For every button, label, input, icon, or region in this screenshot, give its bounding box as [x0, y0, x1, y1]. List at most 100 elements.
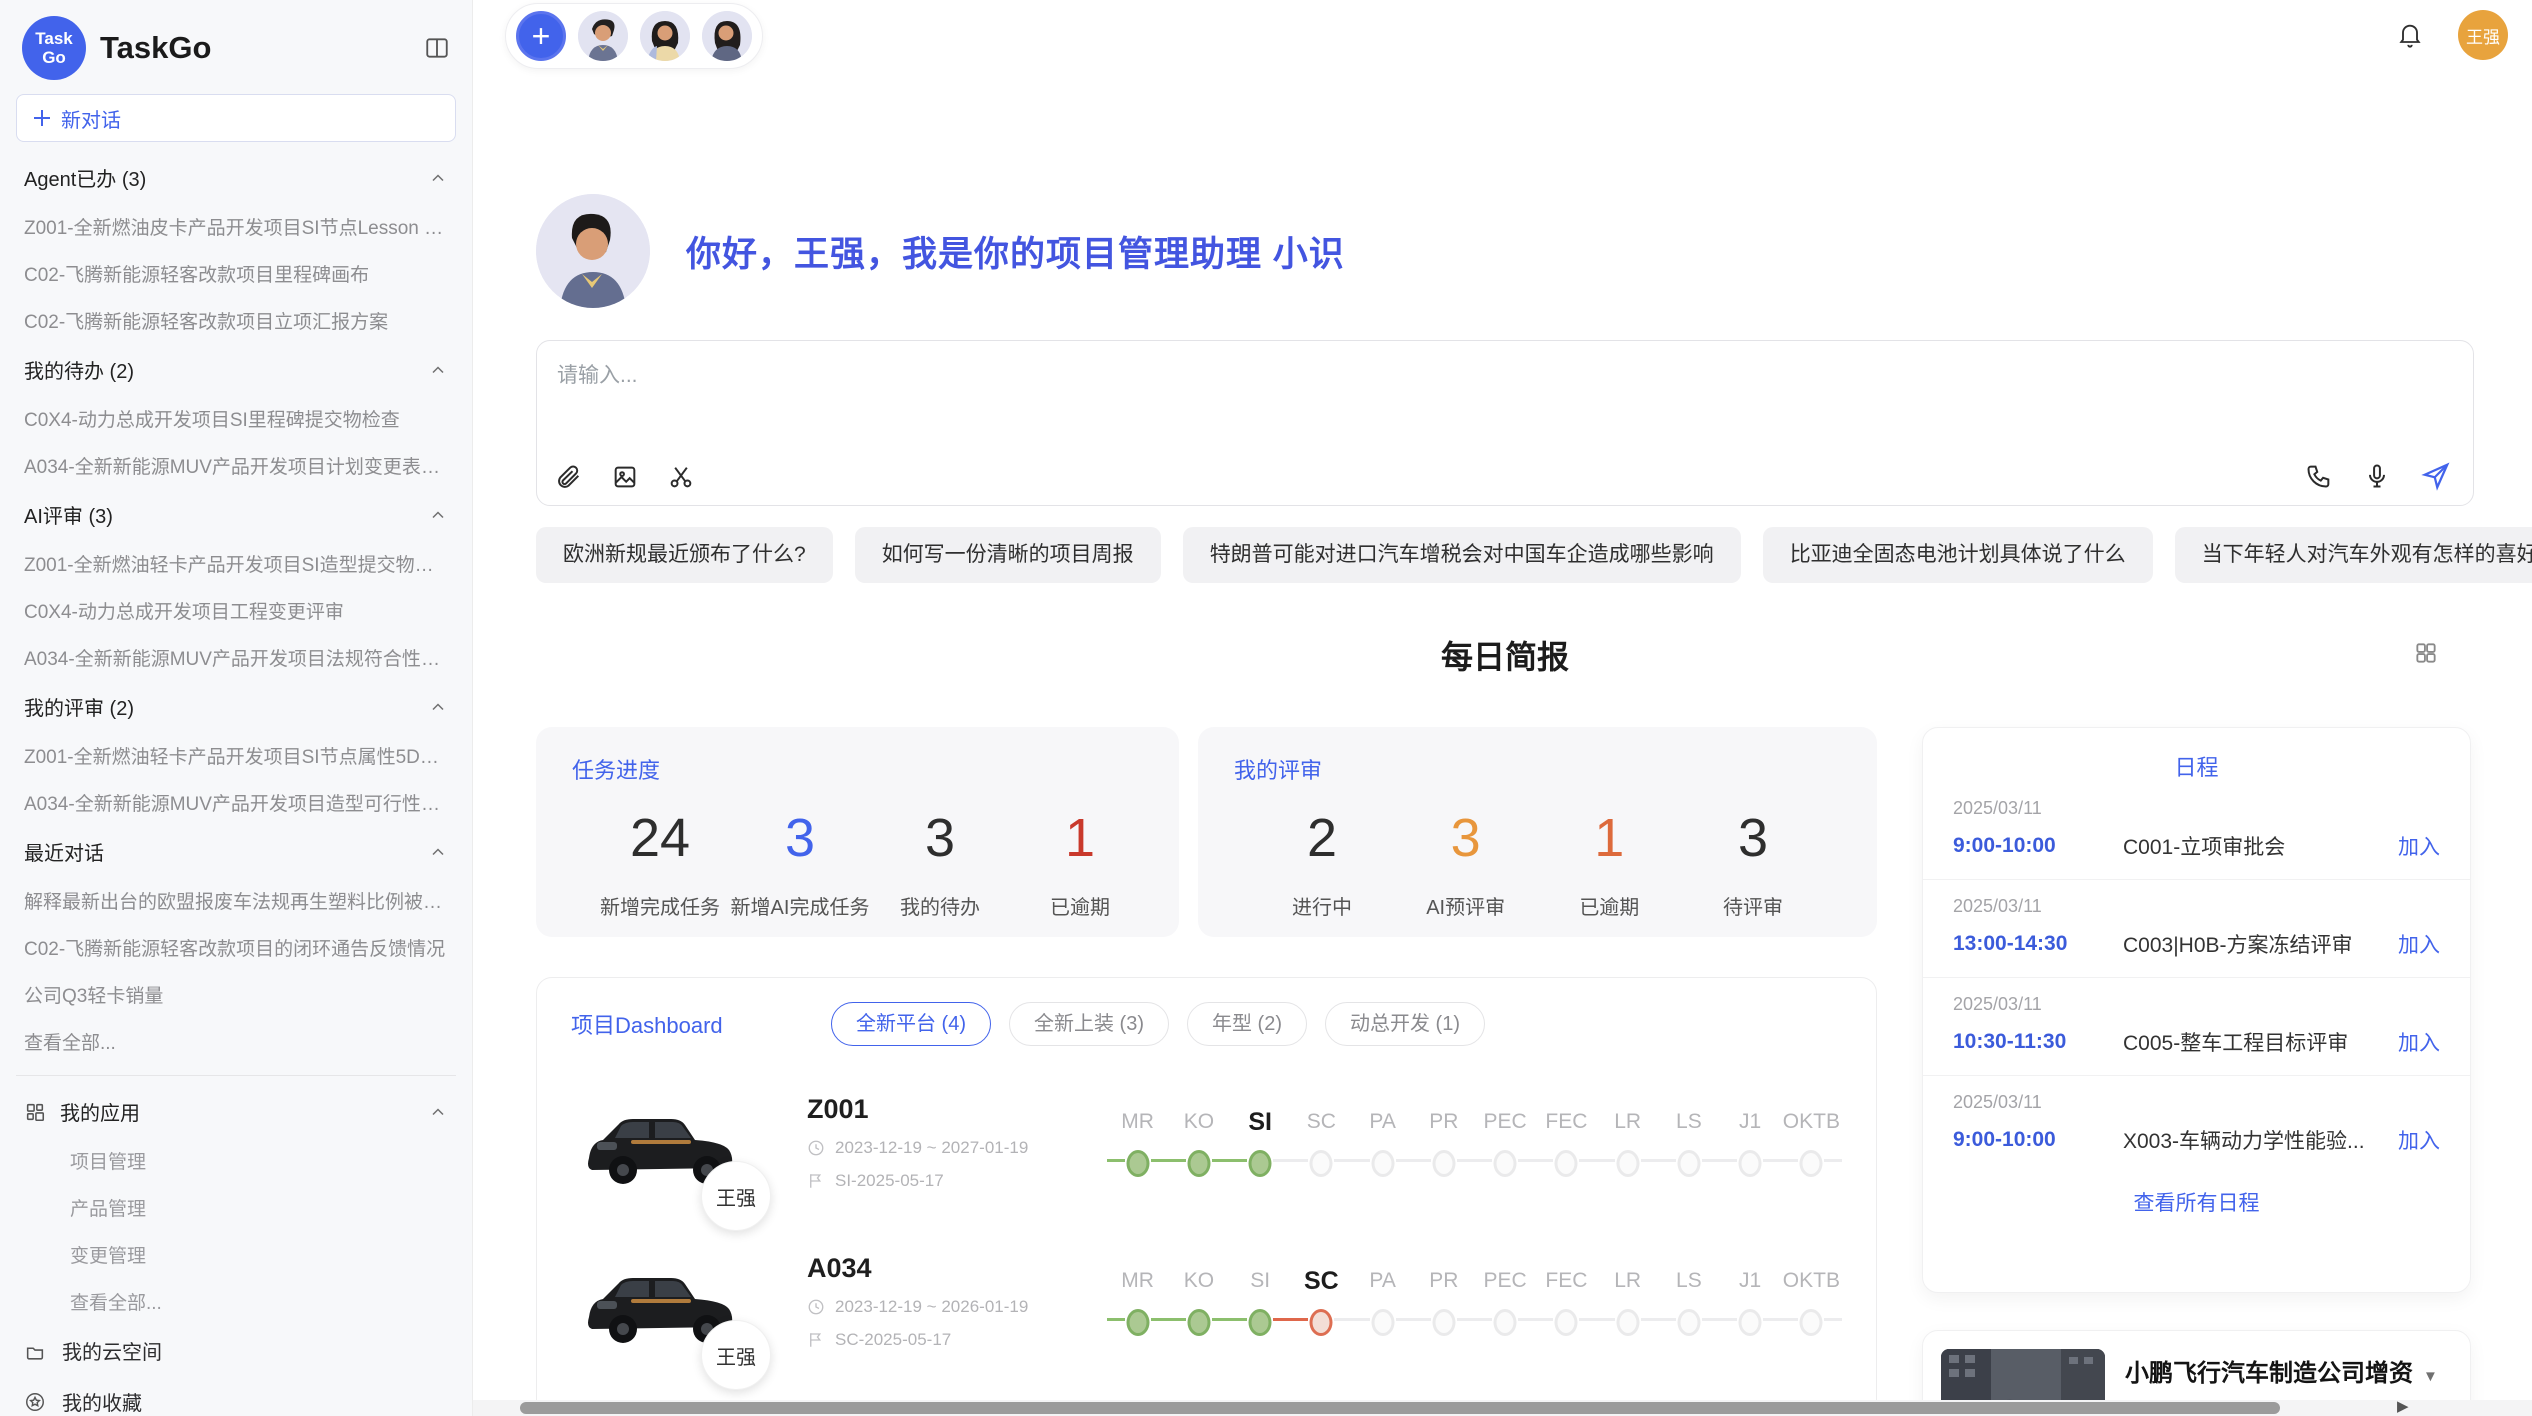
chevron-up-icon[interactable]: [428, 505, 448, 525]
image-icon[interactable]: [611, 463, 639, 491]
suggestion-chip[interactable]: 特朗普可能对进口汽车增税会对中国车企造成哪些影响: [1183, 527, 1741, 583]
group-title: 我的评审 (2): [24, 692, 134, 721]
collapse-sidebar-icon[interactable]: [424, 35, 450, 61]
dashboard-tab[interactable]: 全新上装 (3): [1009, 1002, 1169, 1046]
schedule-event: 2025/03/119:00-10:00X003-车辆动力学性能验...加入: [1923, 1075, 2470, 1173]
notifications-bell-icon[interactable]: [2396, 21, 2424, 49]
scroll-down-arrow[interactable]: ▼: [2423, 1368, 2438, 1385]
sidebar-conversation-item[interactable]: C0X4-动力总成开发项目工程变更评审: [14, 587, 458, 634]
agent-avatar[interactable]: [640, 11, 690, 61]
sidebar-group-header[interactable]: AI评审 (3): [14, 489, 458, 540]
milestone-label: PEC: [1475, 1259, 1536, 1303]
sidebar-conversation-item[interactable]: 解释最新出台的欧盟报废车法规再生塑料比例被调至15%...: [14, 877, 458, 924]
input-send-tools: [2305, 461, 2451, 491]
event-time: 10:30-11:30: [1953, 1030, 2123, 1054]
add-agent-button[interactable]: +: [516, 11, 566, 61]
sidebar-conversation-item[interactable]: 公司Q3轻卡销量: [14, 971, 458, 1018]
logo-line1: Task: [35, 29, 73, 48]
chevron-up-icon[interactable]: [428, 697, 448, 717]
chevron-up-icon[interactable]: [428, 842, 448, 862]
apps-grid-icon: [24, 1101, 46, 1123]
project-row[interactable]: 王强A0342023-12-19 ~ 2026-01-19SC-2025-05-…: [571, 1239, 1842, 1364]
milestone: KO: [1168, 1100, 1229, 1186]
project-car: 王强: [571, 1239, 751, 1364]
event-join-link[interactable]: 加入: [2398, 929, 2440, 959]
chat-input[interactable]: 请输入...: [557, 359, 638, 389]
horizontal-scrollbar[interactable]: ▶: [473, 1400, 2532, 1416]
milestone-label: PR: [1413, 1259, 1474, 1303]
milestone: SC: [1291, 1259, 1352, 1345]
stat-value: 3: [1683, 807, 1823, 869]
send-icon[interactable]: [2421, 461, 2451, 491]
chevron-up-icon[interactable]: [428, 1102, 448, 1122]
sidebar-conversation-item[interactable]: Z001-全新燃油皮卡产品开发项目SI节点Lesson Learn报告: [14, 203, 458, 250]
app-link-item[interactable]: 变更管理: [14, 1231, 458, 1278]
chevron-up-icon[interactable]: [428, 360, 448, 380]
sidebar-conversation-item[interactable]: Z001-全新燃油轻卡产品开发项目SI造型提交物评审: [14, 540, 458, 587]
sidebar-conversation-item[interactable]: Z001-全新燃油轻卡产品开发项目SI节点属性5D文件评审: [14, 732, 458, 779]
dashboard-tab[interactable]: 年型 (2): [1187, 1002, 1307, 1046]
agent-avatar[interactable]: [702, 11, 752, 61]
milestone: MR: [1107, 1259, 1168, 1345]
milestone-dot: [1555, 1150, 1578, 1177]
milestone: LR: [1597, 1100, 1658, 1186]
sidebar-conversation-item[interactable]: A034-全新新能源MUV产品开发项目法规符合性评审: [14, 634, 458, 681]
milestone-dot: [1432, 1150, 1455, 1177]
suggestion-chip[interactable]: 比亚迪全固态电池计划具体说了什么: [1763, 527, 2153, 583]
new-chat-button[interactable]: 新对话: [16, 94, 456, 142]
sidebar-group-header[interactable]: 最近对话: [14, 826, 458, 877]
milestone: KO: [1168, 1259, 1229, 1345]
suggestion-chip[interactable]: 当下年轻人对汽车外观有怎样的喜好趋势: [2175, 527, 2532, 583]
project-row[interactable]: 王强Z0012023-12-19 ~ 2027-01-19SI-2025-05-…: [571, 1080, 1842, 1205]
microphone-icon[interactable]: [2363, 462, 2391, 490]
event-date: 2025/03/11: [1953, 798, 2440, 819]
attachment-icon[interactable]: [555, 463, 583, 491]
project-dates: 2023-12-19 ~ 2026-01-19: [807, 1297, 1097, 1317]
milestone: PEC: [1475, 1100, 1536, 1186]
user-avatar[interactable]: 王强: [2458, 10, 2508, 60]
milestone-label: LR: [1597, 1259, 1658, 1303]
event-join-link[interactable]: 加入: [2398, 1125, 2440, 1155]
sidebar-conversation-item[interactable]: A034-全新新能源MUV产品开发项目造型可行性评审: [14, 779, 458, 826]
my-apps-header[interactable]: 我的应用: [14, 1086, 458, 1137]
app-link-item[interactable]: 产品管理: [14, 1184, 458, 1231]
event-join-link[interactable]: 加入: [2398, 1027, 2440, 1057]
scroll-right-arrow[interactable]: ▶: [2397, 1397, 2409, 1415]
app-link-item[interactable]: 查看全部...: [14, 1278, 458, 1325]
dashboard-tab[interactable]: 动总开发 (1): [1325, 1002, 1485, 1046]
scissors-icon[interactable]: [667, 463, 695, 491]
milestone-timeline: MRKOSISCPAPRPECFECLRLSJ1OKTB: [1107, 1100, 1842, 1186]
dashboard-tab[interactable]: 全新平台 (4): [831, 1002, 991, 1046]
stat-row: 2进行中3AI预评审1已逾期3待评审: [1234, 807, 1841, 920]
briefing-layout-icon[interactable]: [2413, 640, 2439, 666]
suggestion-chip[interactable]: 欧洲新规最近颁布了什么?: [536, 527, 833, 583]
view-all-schedule-link[interactable]: 查看所有日程: [1923, 1173, 2470, 1231]
milestone: FEC: [1536, 1259, 1597, 1345]
project-car: 王强: [571, 1080, 751, 1205]
sidebar-conversation-item[interactable]: C0X4-动力总成开发项目SI里程碑提交物检查: [14, 395, 458, 442]
sidebar-conversation-item[interactable]: C02-飞腾新能源轻客改款项目里程碑画布: [14, 250, 458, 297]
sidebar-group-header[interactable]: 我的待办 (2): [14, 344, 458, 395]
milestone-label: MR: [1107, 1259, 1168, 1303]
sidebar-group-header[interactable]: 我的评审 (2): [14, 681, 458, 732]
stat-value: 3: [1396, 807, 1536, 869]
sidebar-conversation-item[interactable]: C02-飞腾新能源轻客改款项目立项汇报方案: [14, 297, 458, 344]
suggestion-chip[interactable]: 如何写一份清晰的项目周报: [855, 527, 1161, 583]
milestone: PR: [1413, 1259, 1474, 1345]
agent-avatar[interactable]: [578, 11, 628, 61]
scrollbar-thumb[interactable]: [520, 1402, 2280, 1414]
sidebar-link[interactable]: 我的云空间: [14, 1325, 458, 1376]
app-link-item[interactable]: 项目管理: [14, 1137, 458, 1184]
sidebar-link[interactable]: 我的收藏: [14, 1376, 458, 1416]
sidebar-link-label: 我的云空间: [62, 1336, 162, 1365]
sidebar-conversation-item[interactable]: C02-飞腾新能源轻客改款项目的闭环通告反馈情况: [14, 924, 458, 971]
phone-call-icon[interactable]: [2305, 462, 2333, 490]
sidebar: Task Go TaskGo 新对话 Agent已办 (3)Z001-全新燃油皮…: [0, 0, 473, 1416]
chevron-up-icon[interactable]: [428, 168, 448, 188]
milestone-dot: [1249, 1150, 1272, 1177]
sidebar-conversation-item[interactable]: 查看全部...: [14, 1018, 458, 1065]
sidebar-conversation-item[interactable]: A034-全新新能源MUV产品开发项目计划变更表编写: [14, 442, 458, 489]
event-join-link[interactable]: 加入: [2398, 831, 2440, 861]
sidebar-group-header[interactable]: Agent已办 (3): [14, 152, 458, 203]
stat-row: 24新增完成任务3新增AI完成任务3我的待办1已逾期: [572, 807, 1143, 920]
